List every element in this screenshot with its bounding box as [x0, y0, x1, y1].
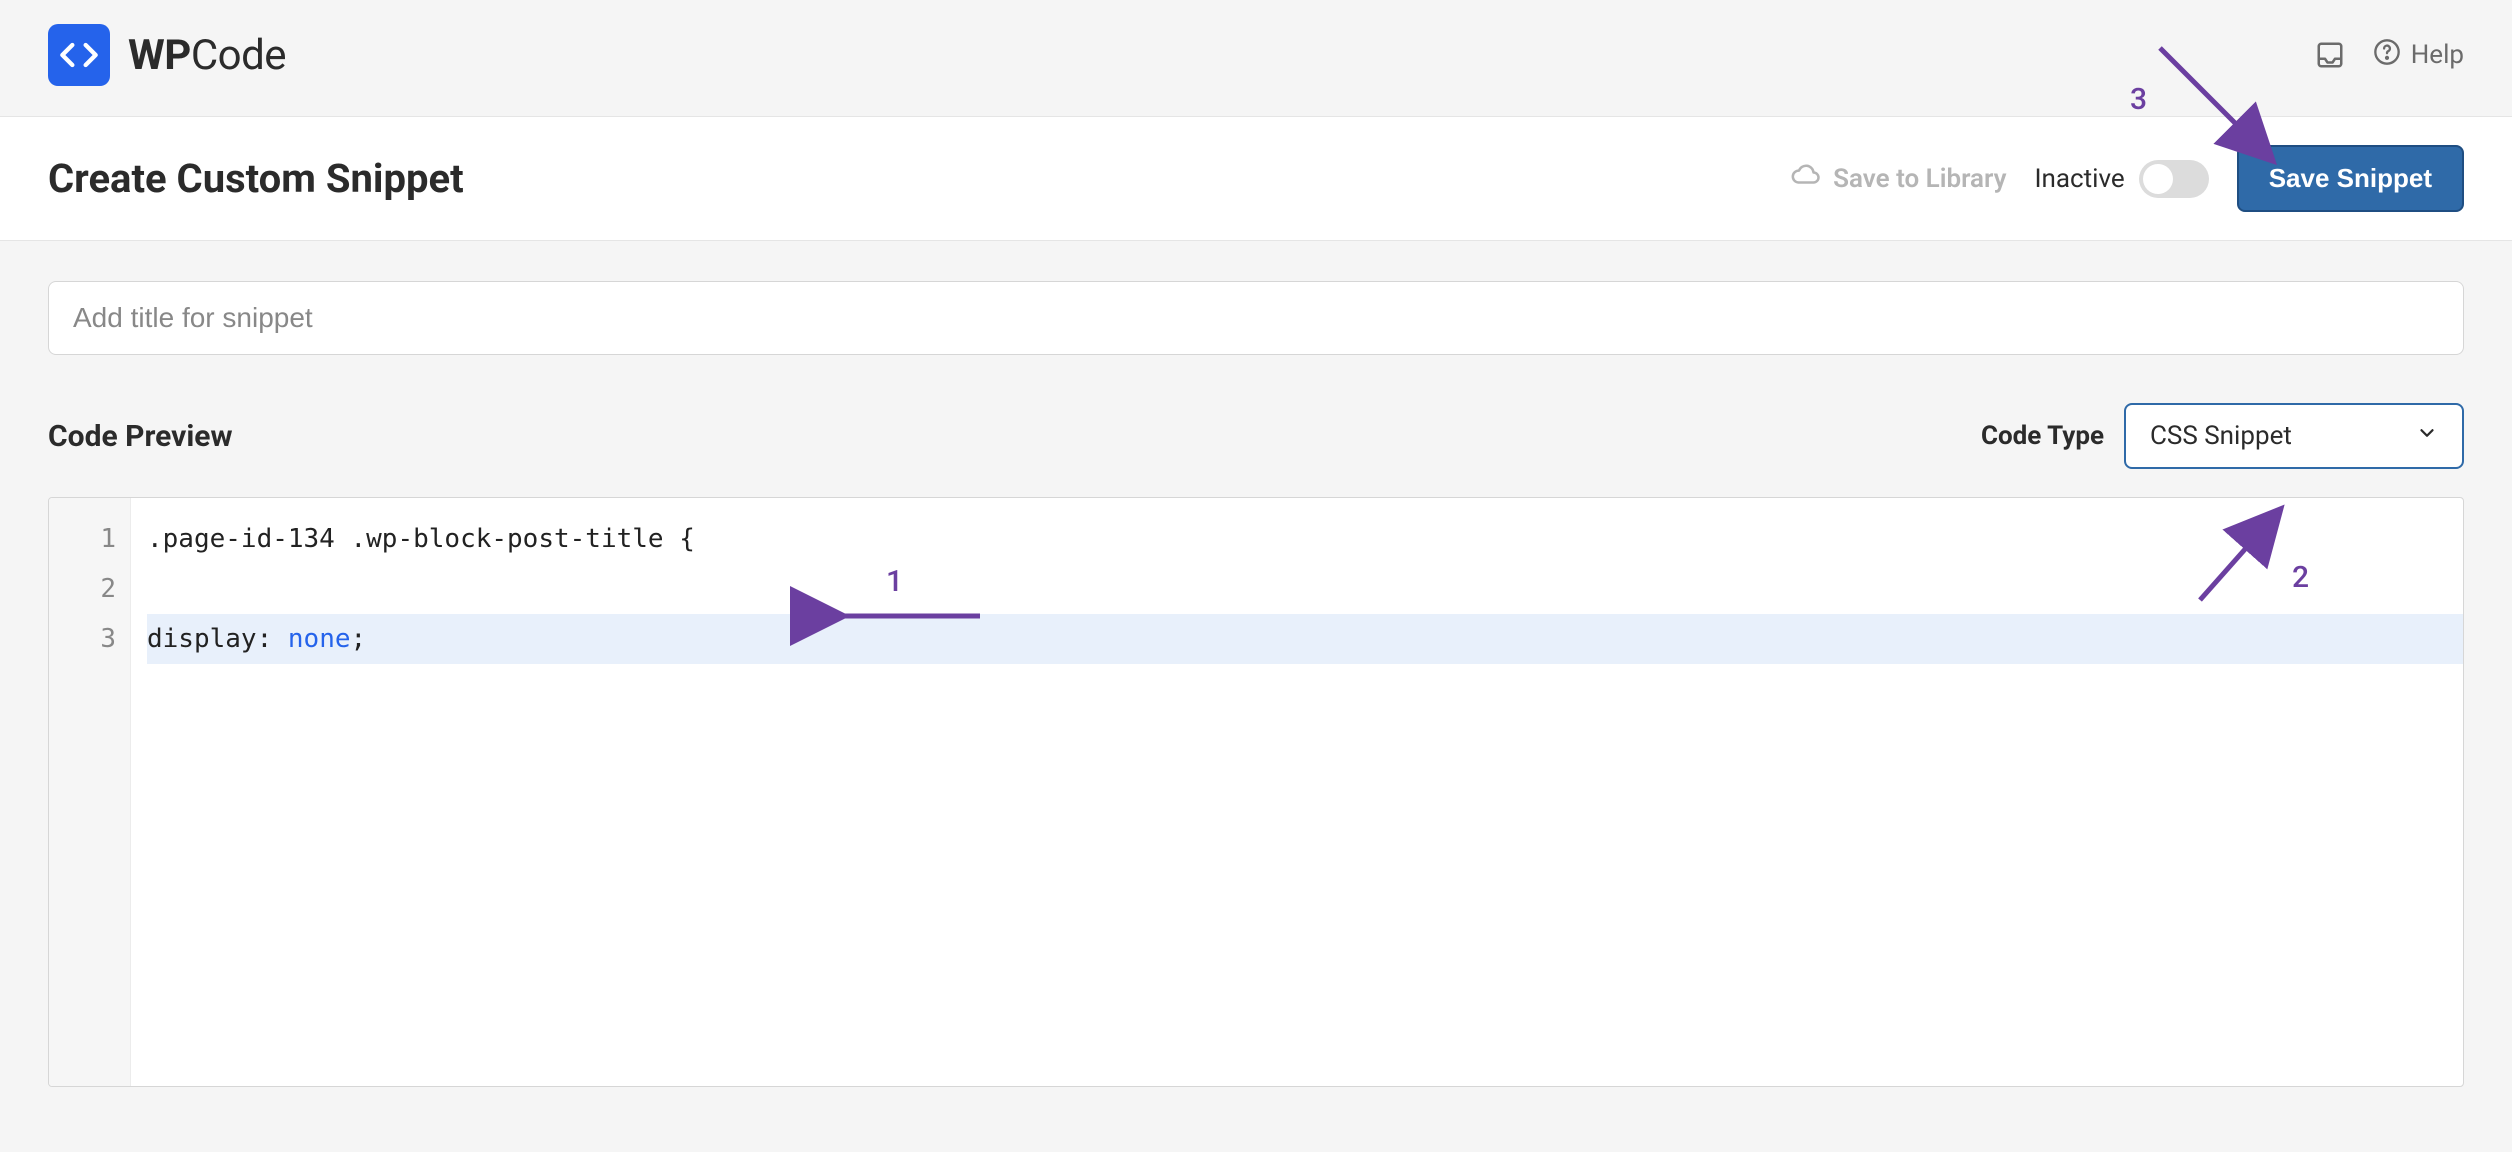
actionbar-right: Save to Library Inactive Save Snippet	[1791, 145, 2464, 212]
code-type-label: Code Type	[1981, 421, 2104, 451]
cloud-icon	[1791, 160, 1821, 197]
code-line: display: none;	[147, 614, 2463, 664]
code-type-select[interactable]: CSS Snippet	[2124, 403, 2464, 469]
page-title: Create Custom Snippet	[48, 155, 464, 202]
save-snippet-button[interactable]: Save Snippet	[2237, 145, 2464, 212]
toggle-knob	[2143, 164, 2173, 194]
editor-gutter: 1 2 3	[49, 498, 131, 1086]
code-preview-label: Code Preview	[48, 419, 233, 454]
active-toggle[interactable]	[2139, 160, 2209, 198]
code-editor[interactable]: 1 2 3 .page-id-134 .wp-block-post-title …	[48, 497, 2464, 1087]
code-line	[147, 564, 2463, 614]
help-button[interactable]: Help	[2373, 38, 2464, 73]
help-label: Help	[2411, 40, 2464, 70]
chevron-down-icon	[2416, 421, 2438, 451]
status-toggle-group: Inactive	[2034, 160, 2208, 198]
code-type-value: CSS Snippet	[2150, 421, 2292, 451]
save-to-library-label: Save to Library	[1833, 164, 2006, 194]
content-area: Code Preview Code Type CSS Snippet 1 2 3…	[0, 241, 2512, 1127]
code-line: .page-id-134 .wp-block-post-title {	[147, 514, 2463, 564]
status-label: Inactive	[2034, 164, 2124, 194]
preview-header: Code Preview Code Type CSS Snippet	[48, 403, 2464, 469]
help-icon	[2373, 38, 2401, 73]
action-bar: Create Custom Snippet Save to Library In…	[0, 116, 2512, 241]
line-number: 2	[89, 564, 116, 614]
topbar-right: Help	[2315, 38, 2464, 73]
code-tag-icon	[48, 24, 110, 86]
line-number: 1	[89, 514, 116, 564]
code-area[interactable]: .page-id-134 .wp-block-post-title { disp…	[131, 498, 2463, 1086]
save-to-library-button[interactable]: Save to Library	[1791, 160, 2006, 197]
brand-text: WPCode	[128, 31, 286, 80]
code-type-group: Code Type CSS Snippet	[1981, 403, 2464, 469]
snippet-title-input[interactable]	[48, 281, 2464, 355]
brand-logo: WPCode	[48, 24, 286, 86]
inbox-icon[interactable]	[2315, 40, 2345, 70]
top-bar: WPCode Help	[0, 0, 2512, 116]
line-number: 3	[89, 614, 116, 664]
